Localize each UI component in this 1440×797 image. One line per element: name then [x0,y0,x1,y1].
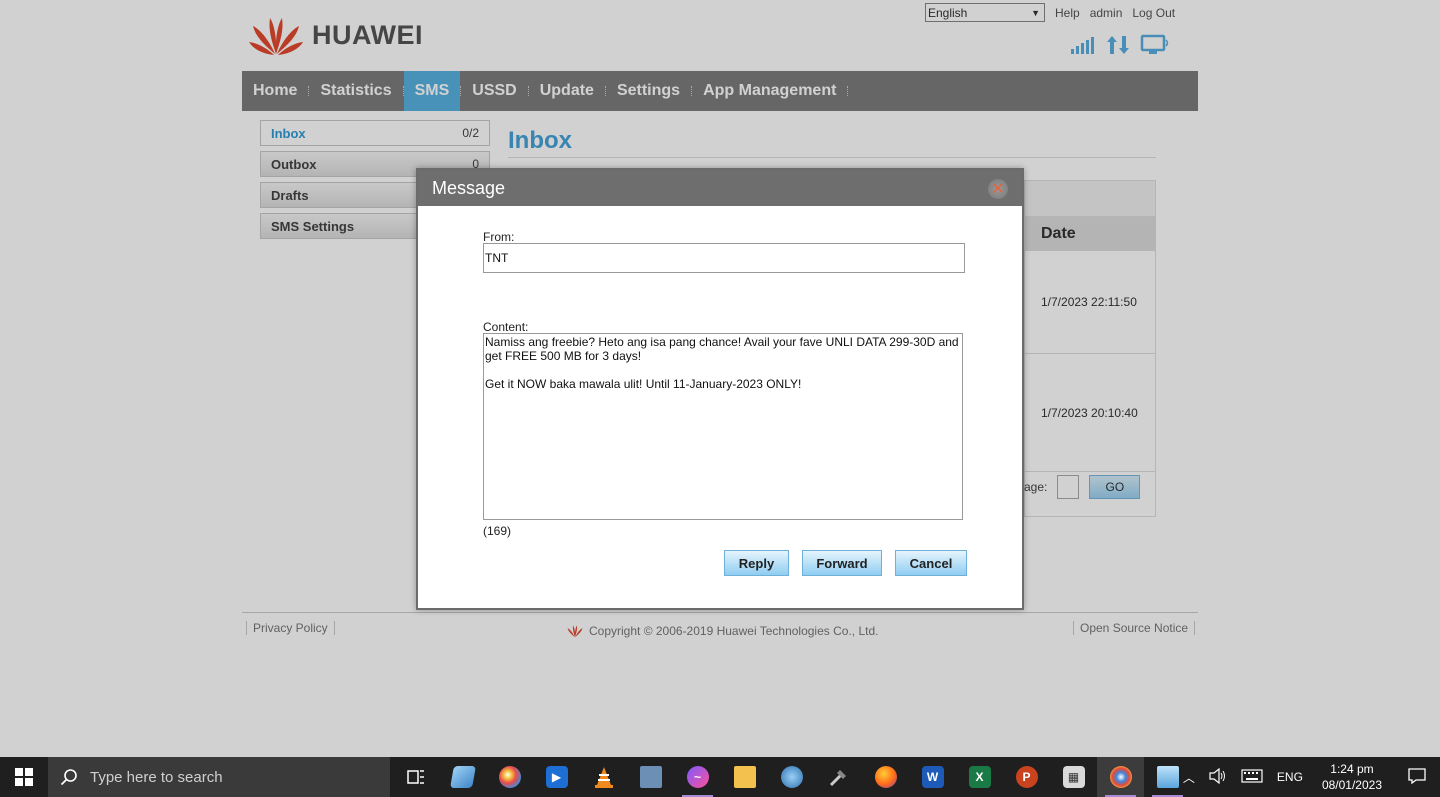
search-icon [60,769,77,786]
clock-time: 1:24 pm [1330,762,1374,776]
from-field[interactable]: TNT [483,243,965,273]
action-center-icon [1408,767,1426,784]
cancel-button[interactable]: Cancel [895,550,967,576]
message-dialog: Message ✕ From: TNT Content: Namiss ang … [416,168,1024,610]
taskbar-app[interactable] [439,757,486,797]
close-icon[interactable]: ✕ [988,179,1008,199]
taskbar-app[interactable]: P [1003,757,1050,797]
media-player-icon: ▶ [545,766,568,788]
taskbar-app[interactable] [486,757,533,797]
chrome-icon [1109,766,1132,788]
windows-logo-icon [15,768,33,786]
taskbar-clock[interactable]: 1:24 pm 08/01/2023 [1310,761,1394,793]
taskbar-app[interactable] [721,757,768,797]
taskbar-app[interactable] [768,757,815,797]
taskbar-app[interactable]: ▶ [533,757,580,797]
taskbar-app[interactable]: ▦ [1050,757,1097,797]
taskbar-app-active[interactable] [1097,757,1144,797]
notes-app-icon [449,766,476,788]
taskbar-app[interactable] [580,757,627,797]
windows-taskbar: Type here to search ▶ ~ W X P ▦ ︿ ENG 1:… [0,757,1440,797]
firefox-icon [874,766,897,788]
reply-button[interactable]: Reply [724,550,789,576]
notification-icon[interactable] [1394,767,1440,787]
taskbar-app[interactable]: X [956,757,1003,797]
calculator-icon: ▦ [1062,766,1085,788]
task-view-icon [406,770,424,784]
dialog-header: Message ✕ [418,170,1022,206]
search-placeholder: Type here to search [90,768,223,786]
file-explorer-icon [733,766,756,788]
chevron-up-icon[interactable]: ︿ [1176,769,1202,786]
taskbar-app[interactable] [627,757,674,797]
word-icon: W [921,766,944,788]
messenger-icon: ~ [686,766,709,788]
taskbar-app[interactable]: ~ [674,757,721,797]
input-language[interactable]: ENG [1270,770,1310,784]
forward-button[interactable]: Forward [802,550,882,576]
system-tray: ︿ ENG 1:24 pm 08/01/2023 [1176,757,1440,797]
excel-icon: X [968,766,991,788]
paint-app-icon [498,766,521,788]
taskbar-app[interactable]: W [909,757,956,797]
vlc-icon [594,767,613,788]
tools-icon [829,770,846,787]
dialog-title: Message [432,177,506,198]
character-count: (169) [483,524,512,538]
clock-date: 08/01/2023 [1321,778,1382,792]
volume-icon[interactable] [1202,767,1234,787]
keyboard-icon[interactable] [1234,768,1270,786]
pinned-apps: ▶ ~ W X P ▦ [392,757,1191,797]
network-app-icon [780,766,803,788]
start-button[interactable] [0,757,48,797]
taskbar-search-box[interactable]: Type here to search [48,757,390,797]
taskbar-app[interactable] [862,757,909,797]
taskbar-app[interactable] [815,757,862,797]
from-label: From: [483,230,515,244]
content-label: Content: [483,320,529,334]
keyboard-glyph-icon [1241,768,1263,783]
content-textarea[interactable]: Namiss ang freebie? Heto ang isa pang ch… [483,333,963,520]
speaker-icon [1209,767,1225,784]
powerpoint-icon: P [1015,766,1038,788]
photos-app-icon [639,766,662,788]
task-view-button[interactable] [392,757,439,797]
